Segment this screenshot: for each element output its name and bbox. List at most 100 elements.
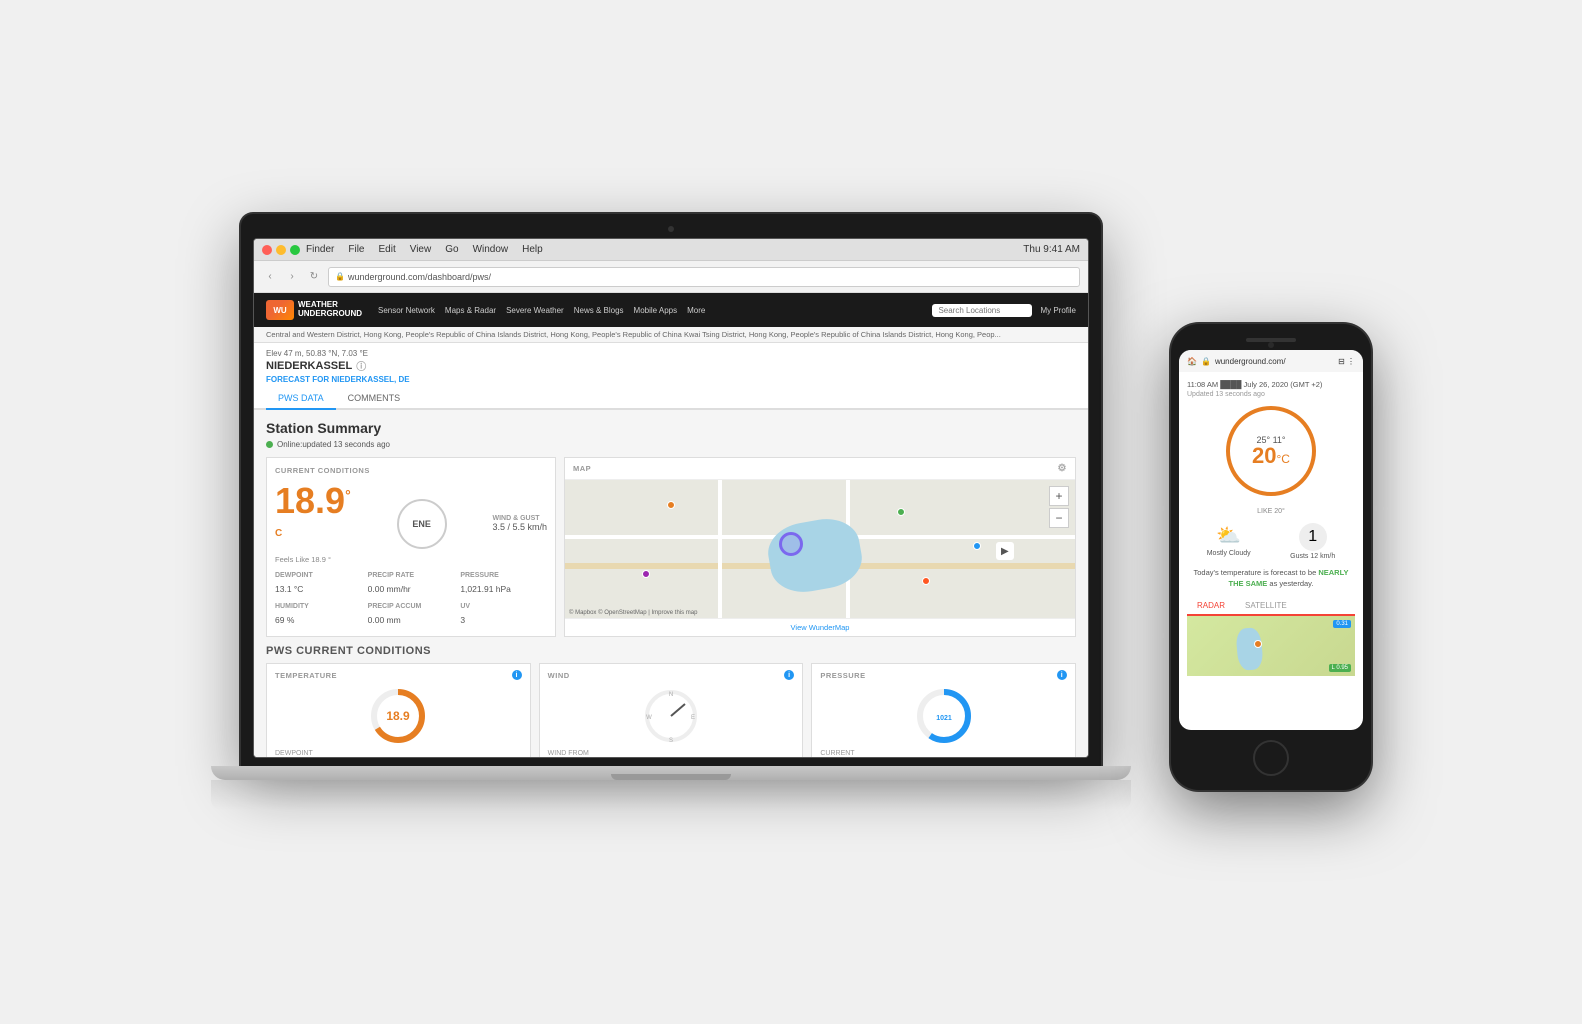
macos-time: Thu 9:41 AM: [1023, 244, 1080, 255]
map-settings-icon[interactable]: ⚙: [1058, 463, 1067, 474]
cc-main-row: 18.9°C Feels Like 18.9 ° ENE WIND & GUST…: [275, 483, 547, 564]
dewpoint-label: DEWPOINT: [275, 572, 362, 579]
laptop-screen: Finder File Edit View Go Window Help Thu…: [253, 238, 1089, 758]
nav-maps-radar[interactable]: Maps & Radar: [445, 306, 496, 315]
conditions-map-row: CURRENT CONDITIONS 18.9°C Feels Like 18.…: [266, 457, 1076, 637]
wu-site: WU WEATHERUNDERGROUND Sensor Network Map…: [254, 293, 1088, 757]
wu-nav-items: Sensor Network Maps & Radar Severe Weath…: [378, 306, 705, 315]
url-bar[interactable]: 🔒 wunderground.com/dashboard/pws/: [328, 267, 1080, 287]
close-button[interactable]: [262, 245, 272, 255]
pws-temp-info-icon[interactable]: i: [512, 670, 522, 680]
online-status-text: Online:updated 13 seconds ago: [277, 440, 390, 449]
precip-rate-value: 0.00 mm/hr: [368, 584, 411, 594]
menu-window[interactable]: Window: [473, 244, 509, 255]
menu-view[interactable]: View: [410, 244, 432, 255]
map-zoom-out[interactable]: −: [1049, 508, 1069, 528]
map-play-button[interactable]: ▶: [996, 542, 1014, 560]
wind-direction-compass: ENE: [397, 499, 447, 549]
pws-dewpoint-label: DEWPOINT: [275, 750, 522, 757]
uv-item: UV 3: [460, 603, 547, 628]
precip-accum-label: PRECIP ACCUM: [368, 603, 455, 610]
station-elevation: Elev 47 m, 50.83 °N, 7.03 °E: [266, 349, 1076, 358]
pws-pressure-info-icon[interactable]: i: [1057, 670, 1067, 680]
station-summary-title: Station Summary: [266, 420, 1076, 436]
phone-radar-tab[interactable]: RADAR: [1187, 597, 1235, 616]
pws-temp-gauge: 18.9: [368, 686, 428, 746]
pws-temp-header: TEMPERATURE i: [275, 670, 522, 680]
map-header: MAP ⚙: [565, 458, 1075, 480]
current-conditions-box: CURRENT CONDITIONS 18.9°C Feels Like 18.…: [266, 457, 556, 637]
phone-satellite-tab[interactable]: SATELLITE: [1235, 597, 1297, 614]
svg-text:1021: 1021: [936, 715, 952, 722]
map-zoom-in[interactable]: +: [1049, 486, 1069, 506]
svg-text:S: S: [669, 738, 673, 744]
phone-weather-condition: ⛅ Mostly Cloudy: [1207, 523, 1251, 560]
phone-radar-tabs: RADAR SATELLITE: [1187, 597, 1355, 616]
wu-search-input[interactable]: [932, 304, 1032, 317]
tab-pws-data[interactable]: PWS DATA: [266, 388, 336, 410]
forward-button[interactable]: ›: [284, 269, 300, 285]
nav-severe-weather[interactable]: Severe Weather: [506, 306, 564, 315]
pws-pressure-header: PRESSURE i: [820, 670, 1067, 680]
back-button[interactable]: ‹: [262, 269, 278, 285]
precip-accum-value: 0.00 mm: [368, 615, 401, 625]
nav-news-blogs[interactable]: News & Blogs: [574, 306, 624, 315]
forecast-label: FORECAST FOR NIEDERKASSEL, DE: [266, 375, 1076, 384]
dewpoint-item: DEWPOINT 13.1 °C: [275, 572, 362, 597]
wu-nav: WU WEATHERUNDERGROUND Sensor Network Map…: [254, 293, 1088, 327]
menu-go[interactable]: Go: [445, 244, 458, 255]
map-footer[interactable]: View WunderMap: [565, 618, 1075, 636]
pressure-item: PRESSURE 1,021.91 hPa: [460, 572, 547, 597]
menu-finder[interactable]: Finder: [306, 244, 334, 255]
phone-condition-label: Mostly Cloudy: [1207, 550, 1251, 557]
laptop-wrapper: Finder File Edit View Go Window Help Thu…: [211, 214, 1131, 810]
tab-comments[interactable]: COMMENTS: [336, 388, 413, 410]
cc-details-grid: DEWPOINT 13.1 °C PRECIP RATE 0.00 mm/hr …: [275, 572, 547, 628]
phone-wrapper: 🏠 🔒 wunderground.com/ ⊟ ⋮ 11:08 AM ████ …: [1171, 324, 1371, 790]
wu-search: My Profile: [932, 304, 1076, 317]
phone-lock-icon: 🔒: [1201, 357, 1211, 366]
pws-wind-panel: WIND i N E S: [539, 663, 804, 757]
wu-station-header: Elev 47 m, 50.83 °N, 7.03 °E NIEDERKASSE…: [254, 343, 1088, 388]
temperature-value: 18.9°C: [275, 483, 351, 555]
phone-temp-circle: 25° 11° 20°C: [1226, 406, 1316, 496]
laptop-base: [211, 766, 1131, 780]
menu-edit[interactable]: Edit: [378, 244, 395, 255]
pws-temperature-panel: TEMPERATURE i 18.9: [266, 663, 531, 757]
map-box: MAP ⚙: [564, 457, 1076, 637]
breadcrumb: Central and Western District, Hong Kong,…: [254, 327, 1088, 343]
laptop-body: Finder File Edit View Go Window Help Thu…: [241, 214, 1101, 766]
wu-logo-letters: WU: [273, 306, 286, 315]
menu-file[interactable]: File: [348, 244, 364, 255]
nav-sensor-network[interactable]: Sensor Network: [378, 306, 435, 315]
phone-mini-map[interactable]: 0.31 L 0.95: [1187, 616, 1355, 676]
pws-current-pressure-row: CURRENT 1,031.91 hPa: [820, 750, 1067, 757]
wu-profile-button[interactable]: My Profile: [1040, 306, 1076, 315]
reload-button[interactable]: ↻: [306, 269, 322, 285]
wu-logo-icon: WU: [266, 300, 294, 320]
svg-text:18.9: 18.9: [387, 709, 411, 723]
precip-rate-label: PRECIP RATE: [368, 572, 455, 579]
nav-more[interactable]: More: [687, 306, 705, 315]
phone-home-button[interactable]: [1253, 740, 1289, 776]
phone-url: wunderground.com/: [1215, 357, 1286, 366]
online-badge: Online:updated 13 seconds ago: [266, 440, 1076, 449]
pws-pressure-label: PRESSURE: [820, 671, 865, 680]
map-visual[interactable]: ▶ + − © Mapbox © OpenStreetMap | Improve…: [565, 480, 1075, 618]
nav-mobile-apps[interactable]: Mobile Apps: [634, 306, 678, 315]
phone-menu-icons: ⊟ ⋮: [1338, 357, 1355, 366]
map-attribution: © Mapbox © OpenStreetMap | Improve this …: [569, 610, 697, 616]
dewpoint-value: 13.1 °C: [275, 584, 303, 594]
macos-bar: Finder File Edit View Go Window Help Thu…: [254, 239, 1088, 261]
phone-cloudy-icon: ⛅: [1207, 523, 1251, 548]
scene: Finder File Edit View Go Window Help Thu…: [211, 214, 1371, 810]
minimize-button[interactable]: [276, 245, 286, 255]
pws-conditions-title: PWS CURRENT CONDITIONS: [266, 645, 1076, 657]
pws-wind-gauge: N E S W: [641, 686, 701, 746]
info-icon[interactable]: ⓘ: [356, 358, 366, 373]
maximize-button[interactable]: [290, 245, 300, 255]
menu-help[interactable]: Help: [522, 244, 543, 255]
pws-wind-info-icon[interactable]: i: [784, 670, 794, 680]
temperature-display: 18.9°C Feels Like 18.9 °: [275, 483, 351, 564]
phone-temp-section: 25° 11° 20°C: [1187, 406, 1355, 504]
